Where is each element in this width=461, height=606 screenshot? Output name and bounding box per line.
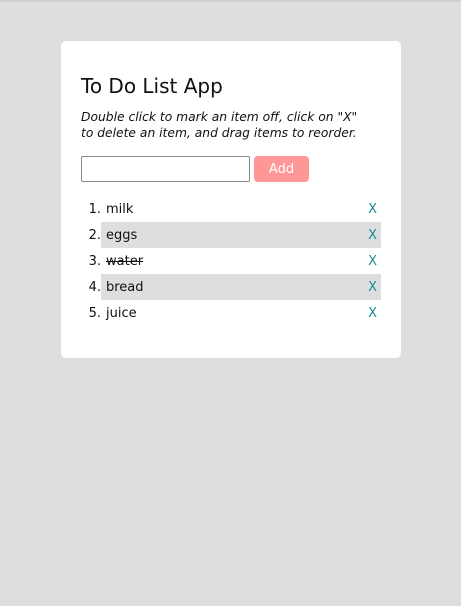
item-number: 4. [88, 279, 101, 295]
delete-icon[interactable]: X [368, 254, 377, 269]
list-item[interactable]: 4. bread X [81, 274, 381, 300]
item-number: 5. [88, 305, 101, 321]
delete-icon[interactable]: X [368, 306, 377, 321]
item-number: 2. [88, 227, 101, 243]
item-drag-area[interactable]: eggs X [101, 222, 381, 248]
item-text[interactable]: milk [106, 202, 133, 217]
item-drag-area[interactable]: water X [101, 248, 381, 274]
list-item[interactable]: 3. water X [81, 248, 381, 274]
new-item-input[interactable] [81, 156, 250, 182]
window-top-edge [0, 0, 461, 2]
list-item[interactable]: 5. juice X [81, 300, 381, 326]
item-text[interactable]: juice [106, 306, 137, 321]
todo-card: To Do List App Double click to mark an i… [61, 41, 401, 358]
add-button[interactable]: Add [254, 156, 309, 182]
todo-list: 1. milk X 2. eggs X 3. water X 4. bread [81, 196, 381, 326]
delete-icon[interactable]: X [368, 228, 377, 243]
list-item[interactable]: 2. eggs X [81, 222, 381, 248]
item-drag-area[interactable]: juice X [101, 300, 381, 326]
item-text[interactable]: water [106, 254, 143, 269]
instructions-text: Double click to mark an item off, click … [81, 110, 358, 140]
item-text[interactable]: eggs [106, 228, 137, 243]
item-number: 1. [88, 201, 101, 217]
add-item-form: Add [81, 156, 309, 182]
list-item[interactable]: 1. milk X [81, 196, 381, 222]
item-number: 3. [88, 253, 101, 269]
delete-icon[interactable]: X [368, 280, 377, 295]
delete-icon[interactable]: X [368, 202, 377, 217]
page-title: To Do List App [81, 74, 223, 98]
item-text[interactable]: bread [106, 280, 144, 295]
item-drag-area[interactable]: bread X [101, 274, 381, 300]
item-drag-area[interactable]: milk X [101, 196, 381, 222]
